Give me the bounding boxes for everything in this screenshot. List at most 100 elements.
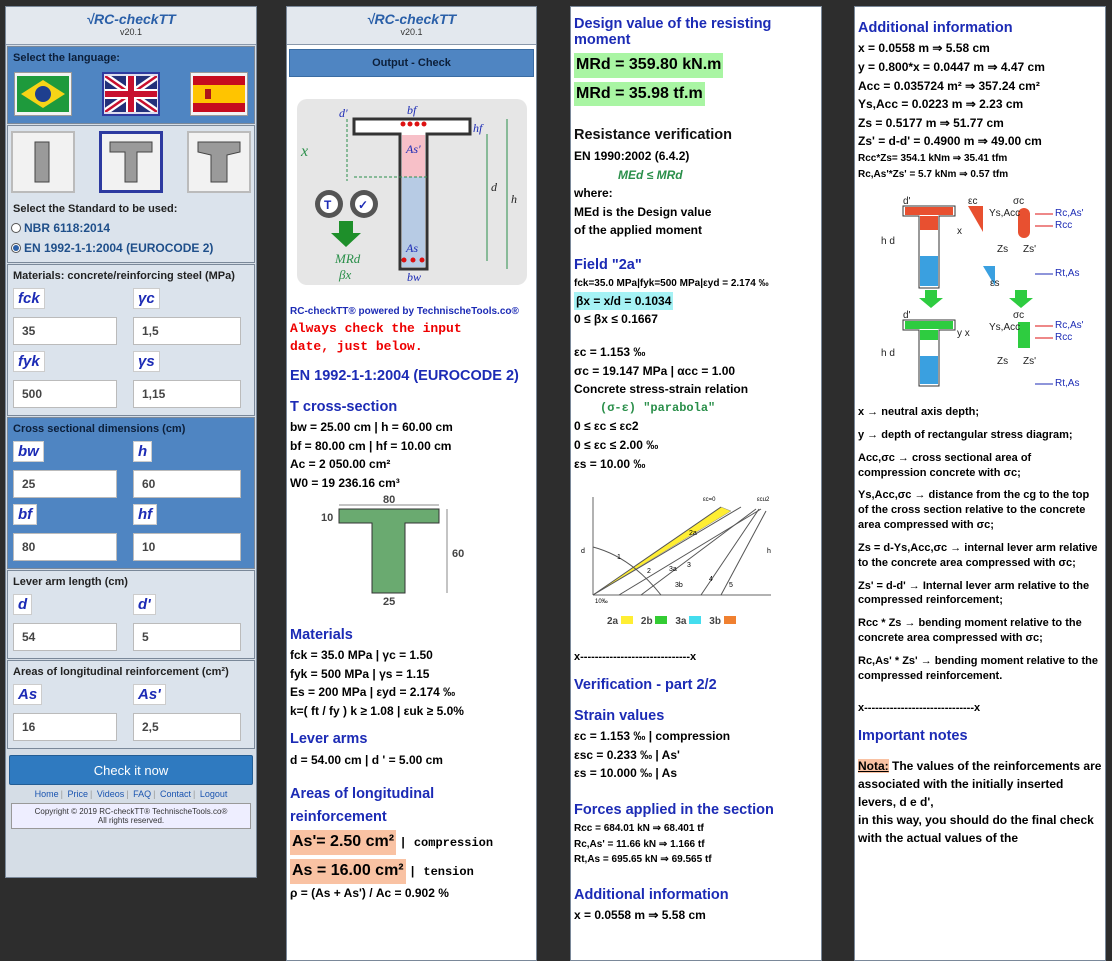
section-rectangular-button[interactable] bbox=[11, 131, 75, 193]
standard-ec2-label: EN 1992-1-1:2004 (EUROCODE 2) bbox=[24, 241, 214, 255]
gs-input[interactable] bbox=[133, 380, 241, 408]
link-contact[interactable]: Contact bbox=[160, 789, 191, 799]
flag-spain-button[interactable] bbox=[190, 72, 248, 116]
svg-text:Rt,As: Rt,As bbox=[1055, 268, 1079, 279]
svg-text:d': d' bbox=[339, 106, 348, 120]
mrd-knm: MRd = 359.80 kN.m bbox=[574, 52, 724, 78]
flag-uk-button[interactable] bbox=[102, 72, 160, 116]
svg-text:Rcc: Rcc bbox=[1055, 220, 1072, 231]
bw-input[interactable] bbox=[13, 470, 117, 498]
svg-text:Zs: Zs bbox=[997, 244, 1008, 255]
gc-input[interactable] bbox=[133, 317, 241, 345]
h-input[interactable] bbox=[133, 470, 241, 498]
rect-section-icon bbox=[34, 141, 50, 183]
standard-nbr-radio[interactable]: NBR 6118:2014 bbox=[11, 221, 251, 235]
forces-heading: Forces applied in the section bbox=[574, 801, 774, 818]
note-ys: Ys,Acc,σc → distance from the cg to the … bbox=[858, 489, 1090, 532]
strain-domain-diagram: d 1 2a 2 3a 3 3b 4 5 h 10‰ εc=0 εcu2 bbox=[581, 495, 771, 606]
areas-title: Areas of longitudinal reinforcement (cm²… bbox=[13, 666, 229, 678]
dp-input[interactable] bbox=[133, 623, 241, 651]
radio-ec2[interactable] bbox=[11, 243, 21, 253]
powered-by: RC-checkTT® powered by TechnischeTools.c… bbox=[290, 306, 519, 317]
link-faq[interactable]: FAQ bbox=[133, 789, 151, 799]
tsec-line-2: bf = 80.00 cm | hf = 10.00 cm bbox=[290, 438, 452, 453]
app-logo: √RC-checkTT bbox=[86, 11, 176, 27]
info-line-4: Ys,Acc = 0.0223 m ⇒ 2.23 cm bbox=[858, 97, 1024, 112]
rho-line: ρ = (As + As') / Ac = 0.902 % bbox=[290, 885, 449, 900]
info-panel: Additional information x = 0.0558 m ⇒ 5.… bbox=[854, 6, 1106, 961]
mat-line-3: Es = 200 MPa | εyd = 2.174 ‰ bbox=[290, 685, 456, 700]
svg-text:bw: bw bbox=[407, 270, 421, 284]
dim-bw: 25 bbox=[383, 596, 395, 605]
section-t-inverted-button[interactable] bbox=[187, 131, 251, 193]
field-line-7: (σ-ε) "parabola" bbox=[600, 400, 716, 415]
forces-line-3: Rt,As = 695.65 kN ⇒ 69.565 tf bbox=[574, 854, 712, 866]
hf-input[interactable] bbox=[133, 533, 241, 561]
svg-text:εcu2: εcu2 bbox=[757, 497, 770, 503]
link-price[interactable]: Price bbox=[67, 789, 88, 799]
uk-flag-icon bbox=[105, 76, 157, 112]
svg-text:h: h bbox=[511, 192, 517, 206]
asp-type: | compression bbox=[399, 836, 494, 851]
d-label: d bbox=[13, 594, 33, 615]
add-heading-3: Additional information bbox=[574, 886, 729, 903]
language-panel: Select the language: bbox=[7, 46, 255, 124]
tsec-line-4: W0 = 19 236.16 cm³ bbox=[290, 475, 400, 490]
info-line-2: y = 0.800*x = 0.0447 m ⇒ 4.47 cm bbox=[858, 60, 1045, 75]
check-button[interactable]: Check it now bbox=[9, 755, 253, 785]
brazil-flag-icon bbox=[17, 76, 69, 112]
as-input[interactable] bbox=[13, 713, 117, 741]
asp-label: As' bbox=[133, 684, 166, 705]
areas-panel: Areas of longitudinal reinforcement (cm²… bbox=[7, 660, 255, 749]
note-acc: Acc,σc → cross sectional area of compres… bbox=[858, 451, 1032, 479]
as-label: As bbox=[13, 684, 43, 705]
lever-panel: Lever arm length (cm) d d' bbox=[7, 570, 255, 659]
section-t-button[interactable] bbox=[99, 131, 163, 193]
fyk-input[interactable] bbox=[13, 380, 117, 408]
link-videos[interactable]: Videos bbox=[97, 789, 124, 799]
svg-text:MRd: MRd bbox=[334, 251, 361, 266]
standard-title: Select the Standard to be used: bbox=[13, 203, 178, 215]
radio-nbr[interactable] bbox=[11, 223, 21, 233]
strain-line-3: εs = 10.000 ‰ | As bbox=[574, 766, 678, 781]
svg-text:d': d' bbox=[903, 310, 911, 321]
asp-input[interactable] bbox=[133, 713, 241, 741]
bf-label: bf bbox=[13, 504, 38, 525]
strain-line-2: εsc = 0.233 ‰ | As' bbox=[574, 747, 680, 762]
output-check-title: Output - Check bbox=[289, 49, 534, 77]
gear-icon: T bbox=[315, 190, 343, 218]
link-logout[interactable]: Logout bbox=[200, 789, 228, 799]
areas-heading: Areas of longitudinal reinforcement bbox=[290, 786, 435, 825]
materials-panel: Materials: concrete/reinforcing steel (M… bbox=[7, 264, 255, 416]
design-heading: Design value of the resisting moment bbox=[574, 16, 772, 48]
field-line-9: 0 ≤ εc ≤ 2.00 ‰ bbox=[574, 438, 659, 453]
add-line-3: x = 0.0558 m ⇒ 5.58 cm bbox=[574, 908, 706, 923]
svg-text:1: 1 bbox=[617, 554, 621, 561]
mat-line-2: fyk = 500 MPa | γs = 1.15 bbox=[290, 666, 430, 681]
flag-brazil-button[interactable] bbox=[14, 72, 72, 116]
fck-label: fck bbox=[13, 288, 45, 309]
legend-2a: 2a bbox=[607, 616, 633, 627]
info-line-1: x = 0.0558 m ⇒ 5.58 cm bbox=[858, 41, 990, 56]
svg-text:σc: σc bbox=[1013, 196, 1024, 207]
warning-2: date, just below. bbox=[290, 339, 423, 355]
fck-input[interactable] bbox=[13, 317, 117, 345]
result-panel: Design value of the resisting moment MRd… bbox=[570, 6, 822, 961]
link-home[interactable]: Home bbox=[35, 789, 59, 799]
field-line-8: 0 ≤ εc ≤ εc2 bbox=[574, 419, 639, 434]
field-heading: Field "2a" bbox=[574, 256, 642, 273]
tsec-line-1: bw = 25.00 cm | h = 60.00 cm bbox=[290, 420, 453, 435]
svg-text:Zs: Zs bbox=[997, 356, 1008, 367]
note-rcas: Rc,As' * Zs' → bending moment relative t… bbox=[858, 655, 1098, 682]
materials-heading: Materials bbox=[290, 626, 353, 643]
copyright-text: Copyright © 2019 RC-checkTT® TechnischeT… bbox=[34, 807, 228, 816]
bf-input[interactable] bbox=[13, 533, 117, 561]
standard-ec2-radio[interactable]: EN 1992-1-1:2004 (EUROCODE 2) bbox=[11, 241, 251, 255]
resist-heading: Resistance verification bbox=[574, 127, 732, 144]
resist-line-4: MEd is the Design value bbox=[574, 204, 712, 219]
field-line-1: fck=35.0 MPa|fyk=500 MPa|εyd = 2.174 ‰ bbox=[574, 278, 769, 290]
d-input[interactable] bbox=[13, 623, 117, 651]
mat-line-4: k=( ft / fy ) k ≥ 1.08 | εuk ≥ 5.0% bbox=[290, 703, 464, 718]
svg-text:Zs': Zs' bbox=[1023, 356, 1036, 367]
svg-text:3: 3 bbox=[687, 562, 691, 569]
